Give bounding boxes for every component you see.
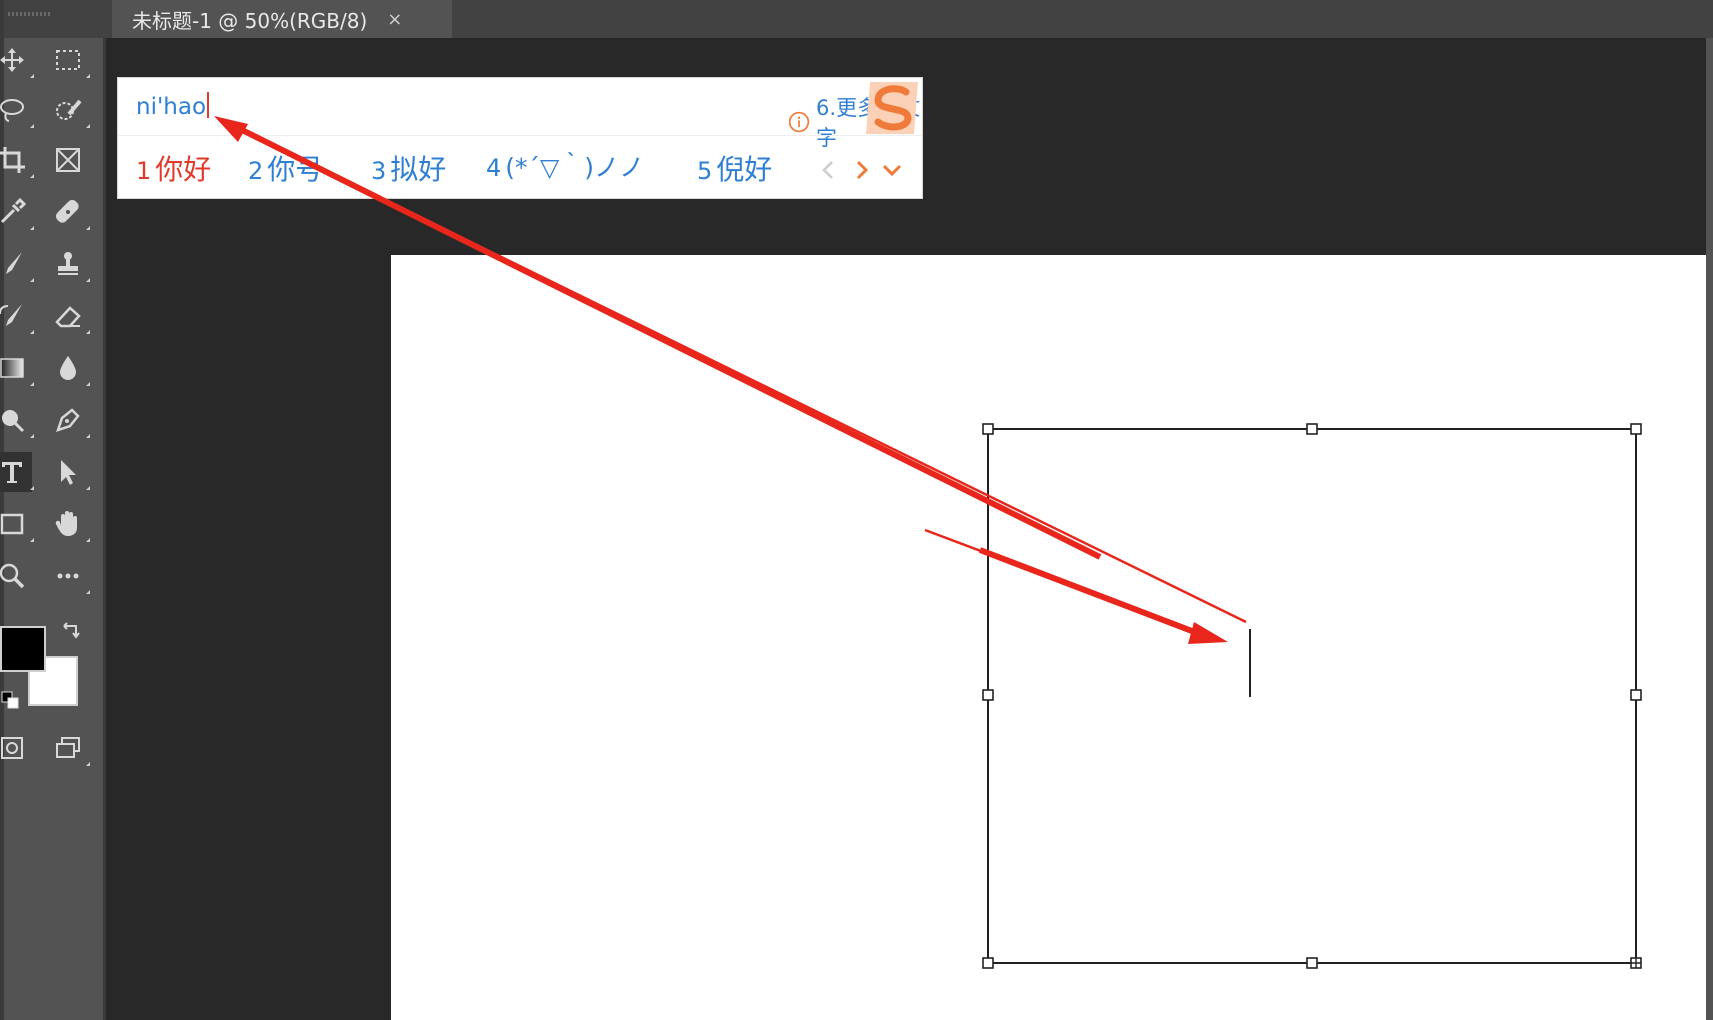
- eraser-tool-icon[interactable]: [48, 296, 90, 336]
- rectangle-tool-icon[interactable]: [0, 504, 34, 544]
- document-tab-title: 未标题-1 @ 50%(RGB/8): [132, 8, 368, 33]
- candidate-4[interactable]: 4 (*´▽｀)ノノ: [486, 148, 644, 184]
- swap-colors-icon[interactable]: [58, 620, 84, 646]
- candidate-number: 3: [371, 157, 387, 185]
- candidate-text: 你好: [155, 153, 212, 186]
- ime-candidate-window: ni'hao 6.更多颜文字 1你好 2你号 3拟好 4(*´▽｀)ノノ 5倪好: [117, 77, 923, 199]
- blur-tool-icon[interactable]: [48, 348, 90, 388]
- candidate-2[interactable]: 2 你号: [248, 148, 323, 188]
- candidate-5[interactable]: 5 倪好: [697, 148, 772, 188]
- document-tab[interactable]: 未标题-1 @ 50%(RGB/8) ×: [112, 0, 452, 38]
- default-colors-icon[interactable]: [0, 690, 22, 712]
- candidate-number: 4: [486, 154, 502, 182]
- more-tools-icon[interactable]: [48, 556, 90, 596]
- eyedropper-tool-icon[interactable]: [0, 192, 34, 232]
- candidate-page-nav: [822, 160, 902, 180]
- dodge-tool-icon[interactable]: [0, 400, 34, 440]
- brush-tool-icon[interactable]: [0, 244, 34, 284]
- history-brush-tool-icon[interactable]: [0, 296, 34, 336]
- crop-tool-icon[interactable]: [0, 140, 34, 180]
- toolbar-grip[interactable]: [8, 12, 52, 16]
- type-tool-icon[interactable]: [0, 452, 34, 492]
- close-tab-icon[interactable]: ×: [387, 9, 402, 30]
- quick-selection-tool-icon[interactable]: [48, 90, 90, 130]
- move-tool-icon[interactable]: [0, 40, 34, 80]
- lasso-tool-icon[interactable]: [0, 90, 34, 130]
- sogou-logo-icon: [866, 82, 918, 134]
- candidate-3[interactable]: 3 拟好: [371, 148, 446, 188]
- zoom-tool-icon[interactable]: [0, 556, 32, 596]
- frame-tool-icon[interactable]: [48, 140, 88, 180]
- path-selection-tool-icon[interactable]: [48, 452, 90, 492]
- candidate-number: 5: [697, 157, 713, 185]
- ime-divider: [118, 135, 922, 136]
- ime-input-text: ni'hao: [136, 92, 210, 120]
- clone-stamp-tool-icon[interactable]: [48, 244, 90, 284]
- candidate-text: 拟好: [390, 153, 447, 186]
- candidate-text: 倪好: [716, 153, 773, 186]
- prev-page-icon: [822, 161, 833, 179]
- candidate-1[interactable]: 1 你好: [136, 148, 211, 188]
- gradient-tool-icon[interactable]: [0, 348, 34, 388]
- text-cursor: [207, 92, 210, 118]
- candidate-number: 2: [248, 157, 264, 185]
- screen-mode-icon[interactable]: [48, 728, 90, 768]
- document-canvas[interactable]: [391, 255, 1706, 1020]
- pen-tool-icon[interactable]: [48, 400, 90, 440]
- quick-mask-icon[interactable]: [0, 728, 32, 768]
- marquee-tool-icon[interactable]: [48, 40, 90, 80]
- candidate-text: 你号: [267, 153, 324, 186]
- ime-composition: ni'hao: [136, 94, 207, 120]
- foreground-color-swatch[interactable]: [0, 626, 46, 672]
- panel-edge: [1706, 38, 1713, 1020]
- healing-brush-tool-icon[interactable]: [48, 192, 90, 232]
- candidate-text: (*´▽｀)ノノ: [505, 153, 645, 182]
- hand-tool-icon[interactable]: [48, 504, 90, 544]
- candidate-number: 1: [136, 157, 152, 185]
- expand-candidates-icon: [882, 164, 902, 177]
- document-tab-bar: 未标题-1 @ 50%(RGB/8) ×: [0, 0, 1713, 38]
- next-page-icon: [856, 160, 869, 180]
- info-icon: [788, 111, 810, 133]
